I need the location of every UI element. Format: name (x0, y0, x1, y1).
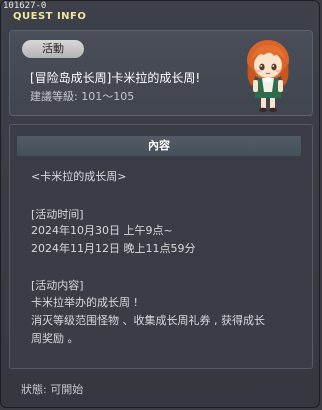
content-panel: 內容 <卡米拉的成长周> [活动时间] 2024年10月30日 上午9点~ 20… (9, 124, 313, 369)
event-description-line-1: 卡米拉举办的成长周 ! (31, 296, 138, 309)
event-description-line-2: 消灭等级范围怪物 、收集成长周礼券 , 获得成长 (31, 314, 265, 327)
quest-header-box: 活動 [冒险岛成长周]卡米拉的成长周! 建議等級: 101～105 (9, 30, 313, 116)
title-bar[interactable]: 101627-0 QUEST INFO (1, 1, 319, 27)
npc-portrait-icon (247, 40, 289, 113)
quest-info-window: 101627-0 QUEST INFO 活動 [冒险岛成长周]卡米拉的成长周! … (0, 0, 320, 408)
quest-status: 狀態: 可開始 (21, 383, 84, 396)
recommended-level: 建議等級: 101～105 (30, 90, 135, 103)
event-description-line-3: 周奖励 。 (31, 332, 79, 345)
event-content-label: [活动内容] (31, 279, 84, 292)
event-title-line: <卡米拉的成长周> (31, 170, 127, 183)
event-start-time: 2024年10月30日 上午9点~ (31, 224, 173, 237)
content-heading: 內容 (17, 136, 301, 156)
category-badge: 活動 (22, 40, 84, 58)
event-time-label: [活动时间] (31, 208, 84, 221)
window-title: QUEST INFO (13, 11, 87, 22)
quest-name: [冒险岛成长周]卡米拉的成长周! (30, 71, 201, 85)
event-end-time: 2024年11月12日 晚上11点59分 (31, 242, 196, 255)
